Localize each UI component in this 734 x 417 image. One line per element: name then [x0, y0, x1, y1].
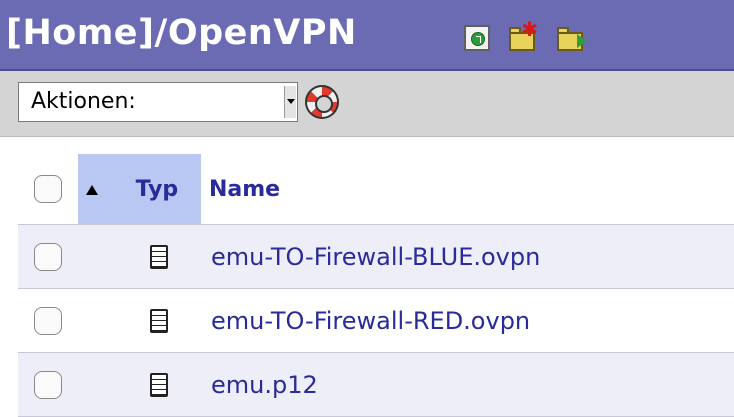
document-icon	[150, 372, 168, 397]
star-icon: ✱	[521, 17, 538, 41]
document-icon	[150, 244, 168, 269]
refresh-icon[interactable]	[464, 25, 490, 51]
table-header-row: Typ Name	[18, 154, 734, 225]
file-name-link[interactable]: emu.p12	[201, 352, 734, 417]
document-icon	[150, 308, 168, 333]
new-folder-icon[interactable]: ✱	[509, 19, 538, 51]
table-row[interactable]: emu-TO-Firewall-BLUE.ovpn	[18, 224, 734, 289]
row-select-cell	[18, 224, 78, 289]
type-cell	[78, 288, 201, 353]
page-title: [Home]/OpenVPN	[6, 13, 357, 53]
select-all-header	[18, 154, 78, 225]
arrow-right-icon	[577, 34, 587, 48]
chevron-down-icon[interactable]	[284, 86, 296, 118]
table-row[interactable]: emu-TO-Firewall-RED.ovpn	[18, 288, 734, 353]
typ-header-label: Typ	[135, 176, 179, 202]
actions-select[interactable]: Aktionen:	[18, 82, 298, 122]
file-name-link[interactable]: emu-TO-Firewall-BLUE.ovpn	[201, 224, 734, 289]
move-folder-icon[interactable]	[557, 25, 587, 51]
row-checkbox[interactable]	[34, 370, 62, 399]
type-cell	[78, 224, 201, 289]
row-checkbox[interactable]	[34, 306, 62, 335]
row-select-cell	[18, 288, 78, 353]
title-bar: [Home]/OpenVPN ✱	[0, 0, 734, 71]
type-cell	[78, 352, 201, 417]
file-name-link[interactable]: emu-TO-Firewall-RED.ovpn	[201, 288, 734, 353]
row-checkbox[interactable]	[34, 242, 62, 271]
sort-ascending-icon	[86, 184, 98, 195]
spacer	[0, 137, 734, 154]
lifebuoy-icon[interactable]	[305, 85, 339, 119]
typ-column-header[interactable]: Typ	[78, 154, 201, 225]
file-table: Typ Name emu-TO-Firewall-BLUE.ovpn emu-T…	[18, 154, 734, 417]
select-all-checkbox[interactable]	[34, 175, 62, 203]
row-select-cell	[18, 352, 78, 417]
name-column-header[interactable]: Name	[201, 154, 734, 225]
table-row[interactable]: emu.p12	[18, 352, 734, 417]
name-header-label: Name	[209, 176, 281, 202]
